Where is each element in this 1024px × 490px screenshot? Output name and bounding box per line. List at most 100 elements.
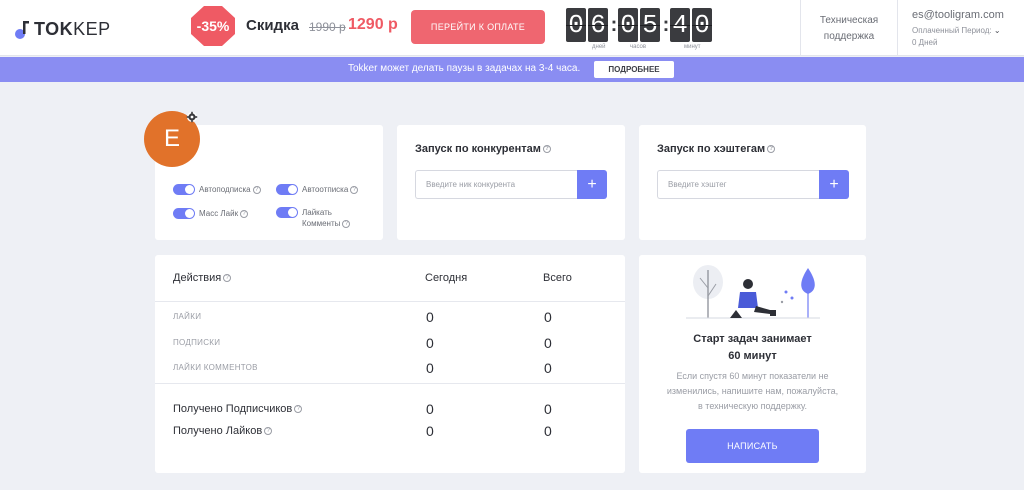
gear-icon[interactable] (186, 111, 198, 123)
discount-badge: -35% (191, 6, 235, 46)
stat-value-today: 0 (426, 360, 434, 376)
waiting-person-illustration (686, 265, 820, 319)
toggle-label: Масс Лайк? (199, 208, 249, 219)
add-hashtag-button[interactable]: + (819, 170, 849, 199)
stats-header-today: Сегодня (425, 272, 468, 284)
toggle-switch[interactable] (173, 184, 195, 195)
logo-text: TOKKEP (34, 19, 111, 40)
stats-header-total: Всего (543, 272, 572, 284)
account-menu[interactable]: es@tooligram.com Оплаченный Период: ⌄ 0 … (912, 9, 1004, 49)
paid-period-value: 0 Дней (912, 38, 938, 47)
timer-separator: : (610, 14, 618, 36)
logo-text-thin: KEP (73, 19, 111, 39)
timer-label-minutes: минут (684, 44, 701, 50)
stat-row-label: ПОДПИСКИ (173, 338, 221, 347)
promo-title-line-1: Старт задач занимает (693, 333, 812, 345)
help-icon[interactable]: ? (252, 185, 261, 194)
help-icon[interactable]: ? (223, 274, 232, 283)
hashtag-input[interactable] (657, 170, 819, 199)
toggle-mass-like[interactable]: Масс Лайк? (173, 208, 249, 219)
hashtag-input-group: + (657, 170, 849, 199)
divider (155, 301, 625, 302)
stat-value-today: 0 (426, 335, 434, 351)
toggle-switch[interactable] (276, 207, 298, 218)
new-price: 1290 р (348, 16, 398, 33)
notice-text: Tokker может делать паузы в задачах на 3… (348, 63, 581, 74)
music-note-icon (15, 20, 29, 39)
toggle-switch[interactable] (276, 184, 298, 195)
hashtags-title-text: Запуск по хэштегам (657, 143, 766, 155)
promo-title-line-2: 60 минут (728, 350, 777, 362)
competitor-input-group: + (415, 170, 607, 199)
timer-label-days: дней (592, 44, 606, 50)
toggle-label-text: Автоотписка (302, 185, 349, 194)
timer-digit: 6 (588, 8, 608, 42)
received-likes-text: Получено Лайков (173, 425, 263, 437)
promo-text: Если спустя 60 минут показатели не измен… (660, 369, 845, 414)
help-icon[interactable]: ? (264, 427, 273, 436)
stat-value-total: 0 (544, 401, 552, 417)
sale-label: Скидка (246, 17, 299, 34)
stat-value-total: 0 (544, 335, 552, 351)
old-price: 1990 р (309, 20, 346, 34)
add-competitor-button[interactable]: + (577, 170, 607, 199)
timer-label-hours: часов (630, 44, 647, 50)
stat-value-total: 0 (544, 309, 552, 325)
support-line-1: Техническая (819, 15, 879, 26)
toggle-autounfollow[interactable]: Автоотписка? (276, 184, 359, 195)
promo-text-line-3: в техническую поддержку. (698, 401, 807, 411)
competitors-title: Запуск по конкурентам? (415, 143, 551, 155)
promo-text-line-2: изменились, напишите нам, пожалуйста, (666, 386, 839, 396)
stat-value-today: 0 (426, 309, 434, 325)
toggle-label-text: Лайкать Комменты (302, 208, 341, 228)
received-followers-text: Получено Подписчиков (173, 403, 293, 415)
stat-row-label: ЛАЙКИ (173, 312, 202, 321)
timer-digit: 0 (692, 8, 712, 42)
toggle-label: Лайкать Комменты? (302, 207, 356, 229)
received-followers-label: Получено Подписчиков? (173, 403, 303, 415)
toggle-label-text: Автоподписка (199, 185, 251, 194)
logo[interactable]: TOKKEP (14, 19, 111, 40)
competitor-input[interactable] (415, 170, 577, 199)
timer-digit: 0 (618, 8, 638, 42)
timer-labels: дней часов минут (590, 44, 720, 54)
help-icon[interactable]: ? (542, 145, 551, 154)
divider (155, 383, 625, 384)
notice-bar: Tokker может делать паузы в задачах на 3… (0, 57, 1024, 82)
toggle-switch[interactable] (173, 208, 195, 219)
stat-value-today: 0 (426, 423, 434, 439)
timer-digit: 5 (640, 8, 660, 42)
hashtags-title: Запуск по хэштегам? (657, 143, 776, 155)
write-support-button[interactable]: НАПИСАТЬ (686, 429, 819, 463)
promo-title: Старт задач занимает 60 минут (639, 331, 866, 365)
paid-period: Оплаченный Период: ⌄ 0 Дней (912, 25, 1004, 49)
support-line-2: поддержка (823, 31, 875, 42)
paid-period-label: Оплаченный Период: (912, 26, 992, 35)
countdown-timer: 0 6 : 0 5 : 4 0 (566, 8, 714, 42)
help-icon[interactable]: ? (294, 405, 303, 414)
stat-row-label: ЛАЙКИ КОММЕНТОВ (173, 363, 258, 372)
top-header: TOKKEP -35% Скидка 1990 р 1290 р ПЕРЕЙТИ… (0, 0, 1024, 56)
toggle-label: Автоотписка? (302, 184, 359, 195)
toggle-autofollow[interactable]: Автоподписка? (173, 184, 261, 195)
stat-value-today: 0 (426, 401, 434, 417)
received-likes-label: Получено Лайков? (173, 425, 273, 437)
toggle-label-text: Масс Лайк (199, 209, 239, 218)
account-email: es@tooligram.com (912, 9, 1004, 21)
help-icon[interactable]: ? (767, 145, 776, 154)
competitors-title-text: Запуск по конкурентам (415, 143, 541, 155)
toggle-like-comments[interactable]: Лайкать Комменты? (276, 207, 356, 229)
help-icon[interactable]: ? (350, 185, 359, 194)
pay-button[interactable]: ПЕРЕЙТИ К ОПЛАТЕ (411, 10, 545, 44)
logo-text-bold: TOK (34, 19, 74, 39)
support-link[interactable]: Техническая поддержка (800, 0, 898, 56)
timer-digit: 4 (670, 8, 690, 42)
chevron-down-icon[interactable]: ⌄ (994, 26, 1001, 35)
stats-header-actions-text: Действия (173, 272, 222, 284)
timer-digit: 0 (566, 8, 586, 42)
stats-header-actions: Действия? (173, 272, 232, 284)
help-icon[interactable]: ? (240, 209, 249, 218)
more-info-button[interactable]: ПОДРОБНЕЕ (594, 61, 674, 78)
help-icon[interactable]: ? (342, 219, 351, 228)
promo-text-line-1: Если спустя 60 минут показатели не (676, 371, 829, 381)
